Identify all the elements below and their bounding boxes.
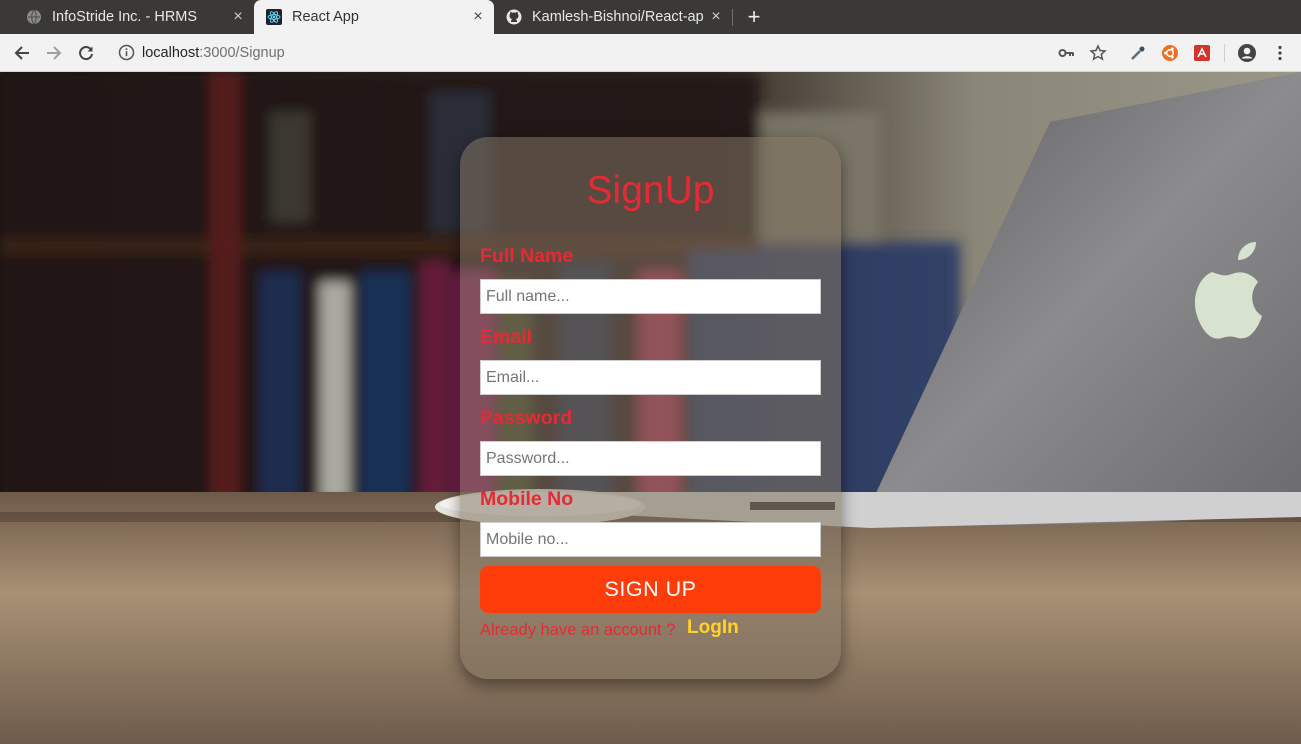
url-path: :3000/Signup — [199, 45, 285, 61]
menu-kebab-icon[interactable] — [1270, 43, 1290, 63]
already-account-text: Already have an account ? — [480, 621, 676, 639]
password-field[interactable] — [480, 441, 821, 476]
toolbar-divider — [1224, 44, 1225, 62]
back-arrow-icon[interactable] — [12, 43, 32, 63]
address-bar[interactable]: localhost:3000/Signup — [108, 39, 1122, 67]
close-tab-icon[interactable]: × — [708, 9, 724, 25]
full-name-label: Full Name — [480, 245, 574, 267]
profile-avatar-icon[interactable] — [1237, 43, 1257, 63]
bookmark-star-icon[interactable] — [1088, 43, 1108, 63]
page-viewport: SignUp Full Name Email Password Mobile N… — [0, 72, 1301, 744]
url-text: localhost:3000/Signup — [142, 45, 285, 61]
tab-strip: InfoStride Inc. - HRMS × React App × Kam… — [0, 0, 1301, 34]
github-icon — [506, 9, 522, 25]
eyedropper-extension-icon[interactable] — [1128, 43, 1148, 63]
full-name-field[interactable] — [480, 279, 821, 314]
signup-button[interactable]: SIGN UP — [480, 566, 821, 613]
react-icon — [266, 9, 282, 25]
page-title: SignUp — [586, 169, 715, 212]
tab-react-app[interactable]: React App × — [254, 0, 494, 34]
new-tab-button[interactable]: + — [744, 5, 764, 29]
close-tab-icon[interactable]: × — [230, 9, 246, 25]
tab-github[interactable]: Kamlesh-Bishnoi/React-ap × — [494, 0, 732, 34]
tab-title: React App — [292, 9, 359, 25]
key-icon[interactable] — [1056, 43, 1076, 63]
mobile-label: Mobile No — [480, 488, 574, 510]
tab-infostride[interactable]: InfoStride Inc. - HRMS × — [14, 0, 254, 34]
tab-separator — [732, 9, 733, 26]
forward-arrow-icon[interactable] — [44, 43, 64, 63]
tab-title: InfoStride Inc. - HRMS — [52, 9, 198, 25]
red-extension-icon[interactable] — [1192, 43, 1212, 63]
login-link[interactable]: LogIn — [687, 617, 739, 639]
browser-toolbar: localhost:3000/Signup — [0, 34, 1301, 72]
url-host: localhost — [142, 45, 200, 61]
tab-title: Kamlesh-Bishnoi/React-ap — [532, 9, 704, 25]
email-label: Email — [480, 326, 533, 348]
info-icon[interactable] — [118, 44, 135, 61]
ubuntu-extension-icon[interactable] — [1160, 43, 1180, 63]
signup-card: SignUp Full Name Email Password Mobile N… — [460, 137, 841, 679]
globe-icon — [26, 9, 42, 25]
mobile-field[interactable] — [480, 522, 821, 557]
password-label: Password — [480, 407, 573, 429]
close-tab-icon[interactable]: × — [470, 9, 486, 25]
email-field[interactable] — [480, 360, 821, 395]
reload-icon[interactable] — [76, 43, 96, 63]
